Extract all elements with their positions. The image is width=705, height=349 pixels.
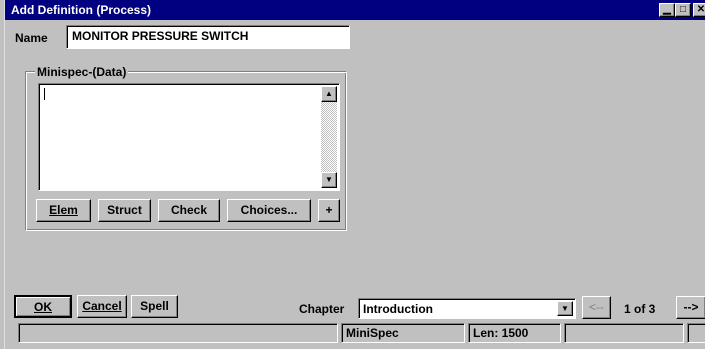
chapter-select-value: Introduction	[363, 302, 433, 316]
next-page-button[interactable]: -->	[676, 296, 705, 319]
check-button[interactable]: Check	[158, 199, 220, 222]
chapter-label: Chapter	[299, 302, 345, 316]
struct-button[interactable]: Struct	[98, 199, 151, 222]
ok-button-label: OK	[34, 300, 52, 314]
cancel-button-label: Cancel	[82, 299, 122, 313]
close-button[interactable]: ✕	[693, 3, 705, 17]
name-field[interactable]: MONITOR PRESSURE SWITCH	[66, 25, 350, 49]
minispec-text-area[interactable]: ▲ ▼	[38, 83, 340, 191]
scroll-up-button[interactable]: ▲	[321, 86, 337, 102]
name-label: Name	[15, 31, 48, 45]
page-indicator: 1 of 3	[624, 302, 656, 316]
choices-button[interactable]: Choices...	[227, 199, 311, 222]
minispec-group-label: Minispec-(Data)	[35, 65, 129, 79]
chevron-down-icon[interactable]: ▼	[557, 301, 573, 316]
status-mode: MiniSpec	[341, 323, 465, 343]
maximize-button[interactable]: □	[675, 3, 691, 17]
status-cell-empty	[564, 323, 684, 343]
minimize-button[interactable]: ▁	[659, 3, 675, 17]
cancel-button[interactable]: Cancel	[77, 295, 127, 318]
title-bar[interactable]: Add Definition (Process) ▁ □ ✕	[5, 0, 705, 20]
elem-button-label: Elem	[49, 203, 78, 217]
scroll-down-button[interactable]: ▼	[321, 172, 337, 188]
add-button[interactable]: +	[318, 199, 340, 222]
ok-button[interactable]: OK	[14, 295, 72, 318]
add-definition-window: Add Definition (Process) ▁ □ ✕ Name MONI…	[4, 0, 705, 349]
status-length: Len: 1500	[468, 323, 561, 343]
window-title: Add Definition (Process)	[11, 3, 152, 17]
spell-button[interactable]: Spell	[131, 295, 178, 318]
chapter-select[interactable]: Introduction ▼	[358, 298, 576, 319]
minispec-scrollbar[interactable]: ▲ ▼	[321, 86, 337, 188]
elem-button[interactable]: Elem	[36, 199, 91, 222]
status-cell-extra	[687, 323, 705, 343]
status-cell-message	[18, 323, 338, 343]
previous-page-button[interactable]: <--	[582, 296, 611, 319]
text-caret	[44, 88, 45, 100]
